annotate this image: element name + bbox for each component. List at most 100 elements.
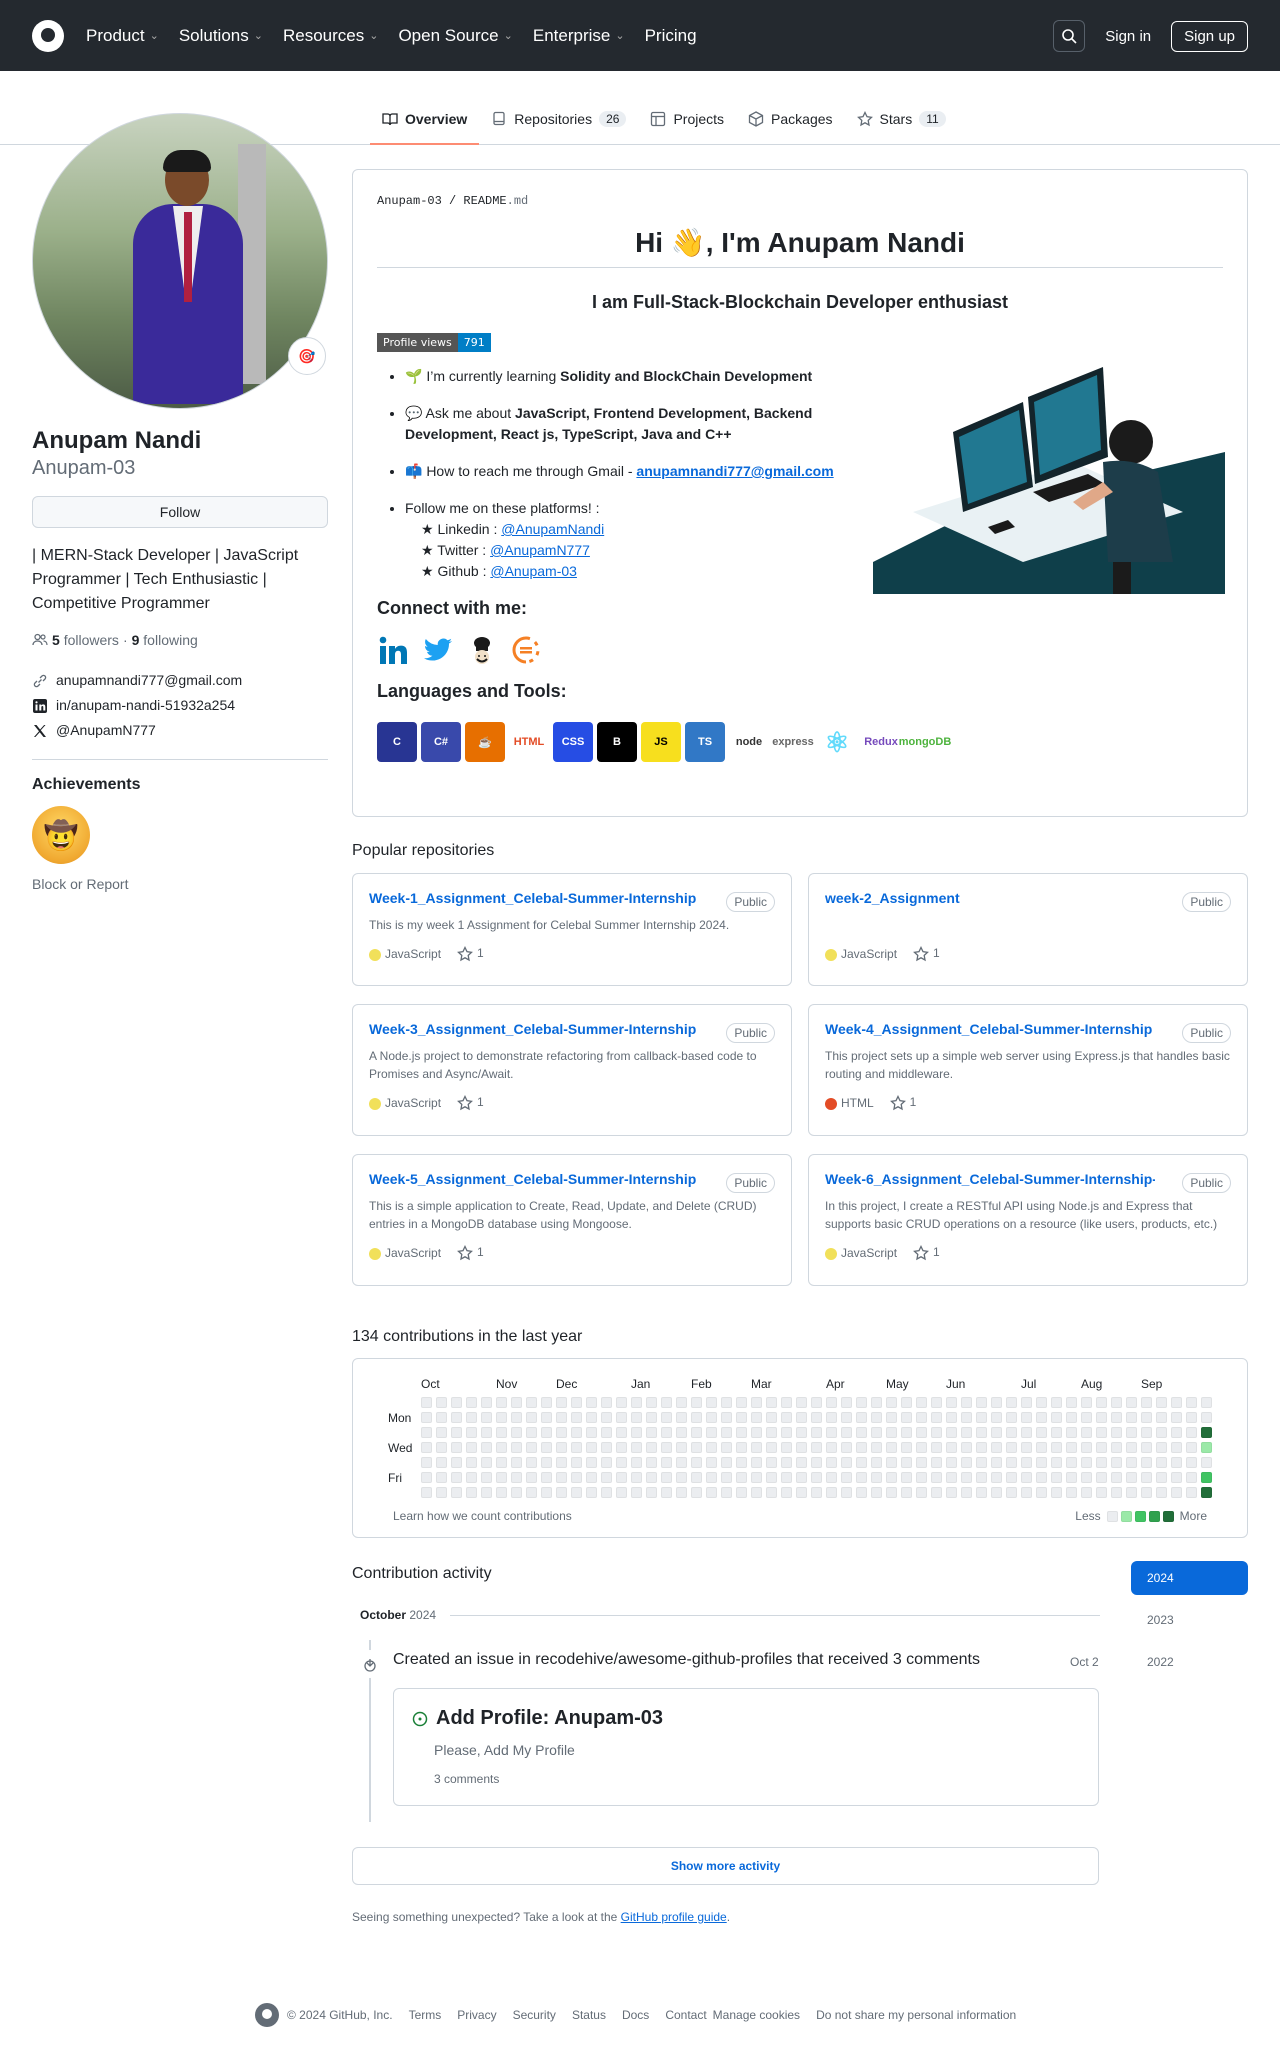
contribution-day[interactable]: [646, 1427, 657, 1438]
contribution-day[interactable]: [781, 1442, 792, 1453]
repo-link[interactable]: Week-6_Assignment_Celebal-Summer-Interns…: [825, 1171, 1155, 1187]
tool-icon[interactable]: C: [377, 722, 417, 762]
contribution-day[interactable]: [511, 1457, 522, 1468]
footer-link-contact[interactable]: Contact: [665, 2008, 706, 2022]
show-more-activity-button[interactable]: Show more activity: [352, 1847, 1099, 1885]
contribution-day[interactable]: [871, 1487, 882, 1498]
contribution-day[interactable]: [781, 1427, 792, 1438]
contribution-day[interactable]: [481, 1412, 492, 1423]
year-button-2022[interactable]: 2022: [1131, 1645, 1248, 1679]
contribution-day[interactable]: [586, 1397, 597, 1408]
contribution-day[interactable]: [781, 1472, 792, 1483]
contribution-day[interactable]: [541, 1397, 552, 1408]
contribution-day[interactable]: [916, 1442, 927, 1453]
contribution-day[interactable]: [766, 1397, 777, 1408]
contribution-day[interactable]: [1201, 1472, 1212, 1483]
contribution-day[interactable]: [646, 1487, 657, 1498]
tool-icon[interactable]: B: [597, 722, 637, 762]
contribution-day[interactable]: [1081, 1397, 1092, 1408]
contribution-day[interactable]: [856, 1487, 867, 1498]
tool-icon[interactable]: ☕: [465, 722, 505, 762]
contribution-day[interactable]: [751, 1487, 762, 1498]
contribution-day[interactable]: [1051, 1397, 1062, 1408]
contribution-day[interactable]: [1126, 1472, 1137, 1483]
avatar[interactable]: [32, 113, 328, 409]
repo-link[interactable]: Week-4_Assignment_Celebal-Summer-Interns…: [825, 1021, 1155, 1037]
contribution-day[interactable]: [481, 1397, 492, 1408]
contribution-day[interactable]: [706, 1457, 717, 1468]
github-handle-link[interactable]: @Anupam-03: [490, 563, 577, 579]
contribution-day[interactable]: [1171, 1397, 1182, 1408]
contribution-day[interactable]: [1111, 1487, 1122, 1498]
contribution-day[interactable]: [421, 1487, 432, 1498]
contribution-day[interactable]: [511, 1472, 522, 1483]
contribution-day[interactable]: [661, 1427, 672, 1438]
contribution-day[interactable]: [1126, 1412, 1137, 1423]
contribution-day[interactable]: [706, 1472, 717, 1483]
contribution-day[interactable]: [1156, 1457, 1167, 1468]
contribution-day[interactable]: [901, 1472, 912, 1483]
contribution-day[interactable]: [796, 1412, 807, 1423]
contribution-day[interactable]: [871, 1397, 882, 1408]
issue-title-link[interactable]: Add Profile: Anupam-03: [436, 1707, 663, 1730]
contribution-day[interactable]: [466, 1442, 477, 1453]
contribution-day[interactable]: [931, 1442, 942, 1453]
contribution-day[interactable]: [1081, 1412, 1092, 1423]
contribution-day[interactable]: [1201, 1457, 1212, 1468]
contribution-day[interactable]: [1111, 1427, 1122, 1438]
contribution-day[interactable]: [586, 1412, 597, 1423]
contribution-day[interactable]: [751, 1442, 762, 1453]
contribution-day[interactable]: [826, 1397, 837, 1408]
contribution-day[interactable]: [751, 1412, 762, 1423]
repo-stars[interactable]: 1: [457, 1244, 484, 1261]
contribution-day[interactable]: [436, 1412, 447, 1423]
contribution-day[interactable]: [886, 1397, 897, 1408]
contribution-day[interactable]: [1201, 1427, 1212, 1438]
contribution-day[interactable]: [1066, 1412, 1077, 1423]
contribution-day[interactable]: [766, 1442, 777, 1453]
footer-link-status[interactable]: Status: [572, 2008, 606, 2022]
contribution-day[interactable]: [721, 1457, 732, 1468]
nav-pricing[interactable]: Pricing: [645, 26, 697, 46]
contribution-day[interactable]: [1126, 1457, 1137, 1468]
contribution-day[interactable]: [571, 1457, 582, 1468]
readme-file-link[interactable]: README: [463, 194, 506, 208]
contribution-day[interactable]: [856, 1442, 867, 1453]
footer-link-do-not-share[interactable]: Do not share my personal information: [816, 2008, 1016, 2022]
nav-open-source[interactable]: Open Source ⌄: [398, 26, 512, 46]
contribution-day[interactable]: [541, 1442, 552, 1453]
contribution-day[interactable]: [706, 1427, 717, 1438]
repo-stars[interactable]: 1: [889, 1094, 916, 1111]
contribution-day[interactable]: [1111, 1457, 1122, 1468]
contribution-day[interactable]: [961, 1442, 972, 1453]
contribution-day[interactable]: [826, 1442, 837, 1453]
contribution-day[interactable]: [856, 1397, 867, 1408]
contribution-day[interactable]: [976, 1457, 987, 1468]
contribution-day[interactable]: [1126, 1487, 1137, 1498]
contribution-day[interactable]: [916, 1487, 927, 1498]
contribution-day[interactable]: [796, 1397, 807, 1408]
contribution-day[interactable]: [841, 1397, 852, 1408]
block-or-report-link[interactable]: Block or Report: [32, 876, 328, 892]
contribution-day[interactable]: [871, 1427, 882, 1438]
contribution-day[interactable]: [1081, 1427, 1092, 1438]
contribution-day[interactable]: [1126, 1427, 1137, 1438]
tool-icon[interactable]: HTML: [509, 722, 549, 762]
contribution-day[interactable]: [1006, 1427, 1017, 1438]
contribution-day[interactable]: [826, 1412, 837, 1423]
contribution-day[interactable]: [1051, 1427, 1062, 1438]
contribution-day[interactable]: [1186, 1442, 1197, 1453]
nav-enterprise[interactable]: Enterprise ⌄: [533, 26, 625, 46]
contribution-day[interactable]: [481, 1427, 492, 1438]
contribution-day[interactable]: [946, 1442, 957, 1453]
contribution-day[interactable]: [676, 1412, 687, 1423]
repo-link[interactable]: Week-3_Assignment_Celebal-Summer-Interns…: [369, 1021, 699, 1037]
profile-link-linkedin[interactable]: in/anupam-nandi-51932a254: [32, 693, 328, 718]
contribution-day[interactable]: [646, 1397, 657, 1408]
sign-in-link[interactable]: Sign in: [1105, 28, 1151, 45]
contribution-day[interactable]: [886, 1442, 897, 1453]
contribution-day[interactable]: [616, 1442, 627, 1453]
contribution-day[interactable]: [721, 1412, 732, 1423]
contribution-day[interactable]: [931, 1412, 942, 1423]
contribution-day[interactable]: [871, 1457, 882, 1468]
